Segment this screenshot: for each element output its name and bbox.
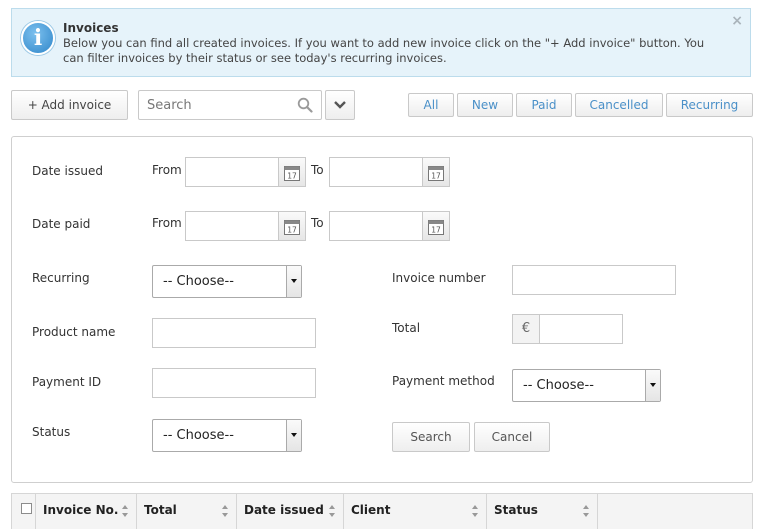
info-title: Invoices xyxy=(63,21,119,35)
filter-recurring-button[interactable]: Recurring xyxy=(666,93,753,117)
filter-new-button[interactable]: New xyxy=(457,93,513,117)
invoice-number-label: Invoice number xyxy=(392,271,486,285)
status-label: Status xyxy=(32,425,71,439)
column-header-date-issued[interactable]: Date issued xyxy=(237,494,344,529)
euro-icon: € xyxy=(512,314,540,344)
column-header-total[interactable]: Total xyxy=(137,494,237,529)
sort-icon xyxy=(329,505,336,517)
calendar-icon: 17 xyxy=(284,220,300,235)
date-issued-to-calendar-button[interactable]: 17 xyxy=(422,157,450,187)
date-paid-from-calendar-button[interactable]: 17 xyxy=(278,211,306,241)
column-header-client[interactable]: Client xyxy=(344,494,487,529)
date-paid-label: Date paid xyxy=(32,217,91,231)
product-name-label: Product name xyxy=(32,325,116,339)
select-all-cell xyxy=(12,494,36,529)
calendar-icon: 17 xyxy=(428,220,444,235)
calendar-day-text: 17 xyxy=(431,172,441,181)
dropdown-arrow-icon xyxy=(286,266,301,297)
date-paid-to-label: To xyxy=(311,216,324,230)
search-box xyxy=(138,90,322,120)
recurring-select-value: -- Choose-- xyxy=(163,274,234,289)
select-all-checkbox[interactable] xyxy=(21,503,32,514)
status-select[interactable]: -- Choose-- xyxy=(152,419,302,452)
search-input[interactable] xyxy=(139,91,289,119)
cancel-button[interactable]: Cancel xyxy=(474,422,550,452)
sort-icon xyxy=(122,505,129,517)
column-header-label: Invoice No. xyxy=(43,503,119,517)
search-button[interactable]: Search xyxy=(392,422,470,452)
payment-method-select[interactable]: -- Choose-- xyxy=(512,369,661,402)
column-header-invoice-no[interactable]: Invoice No. xyxy=(36,494,137,529)
calendar-icon: 17 xyxy=(284,166,300,181)
recurring-label: Recurring xyxy=(32,271,90,285)
recurring-select[interactable]: -- Choose-- xyxy=(152,265,302,298)
invoice-number-input[interactable] xyxy=(512,265,676,295)
filter-paid-button[interactable]: Paid xyxy=(516,93,572,117)
date-issued-to-input[interactable] xyxy=(329,157,423,187)
payment-id-label: Payment ID xyxy=(32,375,102,389)
date-paid-to-input[interactable] xyxy=(329,211,423,241)
payment-method-label: Payment method xyxy=(392,374,495,388)
date-issued-from-calendar-button[interactable]: 17 xyxy=(278,157,306,187)
search-icon[interactable] xyxy=(297,97,313,113)
total-input[interactable] xyxy=(539,314,623,344)
toggle-filters-button[interactable] xyxy=(325,90,355,120)
total-label: Total xyxy=(392,321,421,335)
sort-icon xyxy=(222,505,229,517)
column-header-label: Total xyxy=(144,503,177,517)
close-icon[interactable]: × xyxy=(731,13,743,29)
date-issued-from-input[interactable] xyxy=(185,157,279,187)
payment-id-input[interactable] xyxy=(152,368,316,398)
info-text: Below you can find all created invoices.… xyxy=(63,36,705,65)
product-name-input[interactable] xyxy=(152,318,316,348)
column-header-status[interactable]: Status xyxy=(487,494,598,529)
column-header-label: Client xyxy=(351,503,391,517)
dropdown-arrow-icon xyxy=(645,370,660,401)
calendar-day-text: 17 xyxy=(431,226,441,235)
calendar-day-text: 17 xyxy=(287,226,297,235)
date-paid-from-label: From xyxy=(152,216,182,230)
payment-method-select-value: -- Choose-- xyxy=(523,378,594,393)
calendar-day-text: 17 xyxy=(287,172,297,181)
calendar-icon: 17 xyxy=(428,166,444,181)
chevron-down-icon xyxy=(334,101,346,109)
info-icon: i xyxy=(21,21,55,55)
table-header: Invoice No. Total Date issued Client Sta… xyxy=(11,493,753,529)
sort-icon xyxy=(472,505,479,517)
status-select-value: -- Choose-- xyxy=(163,428,234,443)
date-issued-label: Date issued xyxy=(32,164,103,178)
dropdown-arrow-icon xyxy=(286,420,301,451)
date-issued-from-label: From xyxy=(152,163,182,177)
date-paid-to-calendar-button[interactable]: 17 xyxy=(422,211,450,241)
column-header-label: Status xyxy=(494,503,538,517)
column-header-label: Date issued xyxy=(244,503,324,517)
filter-cancelled-button[interactable]: Cancelled xyxy=(575,93,663,117)
add-invoice-button[interactable]: + Add invoice xyxy=(11,90,128,120)
date-issued-to-label: To xyxy=(311,163,324,177)
date-paid-from-input[interactable] xyxy=(185,211,279,241)
sort-icon xyxy=(583,505,590,517)
filter-panel: Date issued From 17 To 17 Date paid From… xyxy=(11,136,753,483)
info-banner: i Invoices Below you can find all create… xyxy=(11,8,751,77)
filter-all-button[interactable]: All xyxy=(408,93,454,117)
